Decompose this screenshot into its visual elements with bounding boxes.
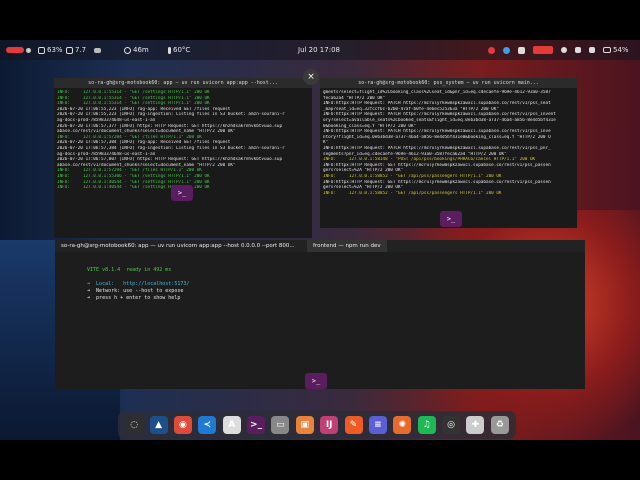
terminal-line: 2026-07-20 17:06:57,007 [INFO] httpx: HT… [57, 157, 283, 163]
close-icon: × [307, 72, 315, 82]
dock-discover-icon[interactable]: ✚ [466, 416, 485, 434]
terminal-line: VITE v8.1.4 ready in 492 ms [81, 267, 172, 273]
terminal-tab-bar: so-ra-gh@srg-motobook60: app — uv run uv… [55, 240, 585, 252]
cpu-icon [38, 46, 45, 54]
terminal-line: 2026-07-20 17:06:57,384 [INFO] rag-inges… [57, 145, 285, 151]
terminal-line: ➜ press h + enter to show help [81, 295, 181, 301]
terminal-output[interactable]: INFO: 127.0.0.1:55314 - "GET /settings H… [54, 88, 312, 193]
clock-icon [124, 46, 131, 54]
dock-settings-icon[interactable]: ≡ [368, 416, 387, 434]
dock-trash-icon[interactable]: ♻ [490, 416, 509, 434]
dock-vscode-icon[interactable]: ≺ [198, 416, 217, 434]
terminal-title[interactable]: so-ra-gh@srg-motobook60: pss_system — uv… [320, 78, 577, 88]
ram-indicator[interactable]: 7.7 [66, 40, 86, 60]
cpu-indicator[interactable]: 63% [38, 40, 63, 60]
dock-app-launcher-icon[interactable]: ◌ [125, 416, 144, 434]
dock-firefox-icon[interactable]: ✺ [393, 416, 412, 434]
battery-value: 54% [613, 46, 629, 54]
terminal-line: INFO:httpx:HTTP Request: PATCH https://m… [323, 145, 551, 151]
workspace-dot-icon [26, 47, 31, 53]
battery-icon [603, 47, 611, 53]
terminal-workspace-icon[interactable]: >_ [440, 211, 462, 227]
terminal-line: INFO:httpx:HTTP Request: PATCH https://m… [323, 129, 551, 135]
display-icon[interactable] [518, 46, 525, 54]
terminal-workspace-icon[interactable]: >_ [305, 373, 327, 389]
swap-icon [94, 47, 101, 53]
terminal-line: ➜ Network: use --host to expose [81, 288, 184, 294]
terminal-output[interactable]: VITE v8.1.4 ready in 492 ms ➜ Local: htt… [55, 252, 585, 310]
terminal-line: ➜ Local: http://localhost:5173/ [81, 281, 190, 287]
memory-icon [66, 46, 73, 54]
system-tray [488, 40, 595, 60]
tab-app-uvicorn[interactable]: so-ra-gh@srg-motobook60: app — uv run uv… [55, 240, 307, 252]
dock-postman-icon[interactable]: ✎ [344, 416, 363, 434]
dock-arch-icon[interactable]: ▲ [149, 416, 168, 434]
workspace-dot-icon [6, 47, 24, 53]
tab-frontend[interactable]: frontend — npm run dev [307, 240, 387, 252]
dock-editor-icon[interactable]: A [222, 416, 241, 434]
terminal-output[interactable]: gments?select=flight_id%2Cbooking_class%… [320, 88, 577, 198]
close-window-button[interactable]: × [303, 69, 319, 85]
dock-spotify-icon[interactable]: ♫ [417, 416, 436, 434]
clock[interactable]: Jul 20 17:08 [298, 40, 340, 60]
bluetooth-icon[interactable] [561, 47, 567, 53]
volume-icon[interactable] [589, 47, 595, 53]
battery-indicator[interactable]: 54% [603, 40, 629, 60]
terminal-line: ntory?flight_id=eq.0eb3bd38-a737-46a4-a8… [323, 134, 551, 140]
thermometer-icon [168, 46, 171, 54]
temperature-indicator[interactable]: 60°C [168, 40, 190, 60]
dock-intellij-icon[interactable]: IJ [320, 416, 339, 434]
workspace-indicator[interactable] [6, 40, 31, 60]
temperature-value: 60°C [173, 46, 191, 54]
record-icon[interactable] [488, 46, 495, 54]
dock: ◌ ▲ ◉ ≺ A >_ ▭ ▣ IJ ✎ ≡ ✺ ♫ ◎ ✚ ♻ [118, 411, 516, 439]
terminal-line: INFO:httpx:HTTP Request: PATCH https://m… [323, 101, 551, 107]
dock-software-icon[interactable]: ▣ [295, 416, 314, 434]
desktop: 63% 7.7 46m 60°C Jul 20 17:08 54% so-ra-… [0, 40, 640, 440]
dock-files-icon[interactable]: ▭ [271, 416, 290, 434]
wifi-icon[interactable] [575, 47, 581, 53]
swap-indicator[interactable] [94, 40, 101, 60]
terminal-title[interactable]: so-ra-gh@srg-motobook60: app — uv run uv… [54, 78, 312, 88]
uptime-indicator[interactable]: 46m [124, 40, 149, 60]
terminal-window-frontend[interactable]: VITE v8.1.4 ready in 492 ms ➜ Local: htt… [55, 252, 585, 389]
dock-chrome-icon[interactable]: ◉ [173, 416, 192, 434]
uptime-value: 46m [133, 46, 149, 54]
terminal-line: gments?select=flight_id%2Cbooking_class%… [323, 90, 551, 95]
terminal-workspace-icon[interactable]: >_ [171, 185, 193, 201]
cpu-value: 63% [47, 46, 63, 54]
dock-obs-icon[interactable]: ◎ [442, 416, 461, 434]
terminal-window-pss-system[interactable]: so-ra-gh@srg-motobook60: pss_system — uv… [320, 78, 577, 228]
dock-terminal-icon[interactable]: >_ [247, 416, 266, 434]
screen-record-icon[interactable] [533, 46, 553, 54]
top-panel: 63% 7.7 46m 60°C Jul 20 17:08 54% [0, 40, 640, 60]
terminal-line: ory?select=available_seats%2Cbooked_seat… [323, 117, 556, 123]
network-icon[interactable] [503, 46, 510, 54]
ram-value: 7.7 [75, 46, 87, 54]
clock-value: Jul 20 17:08 [298, 46, 340, 54]
terminal-window-app[interactable]: so-ra-gh@srg-motobook60: app — uv run uv… [54, 78, 312, 238]
terminal-line: INFO: 127.0.0.1:58852 - "GET /api/pss/pa… [323, 190, 502, 196]
